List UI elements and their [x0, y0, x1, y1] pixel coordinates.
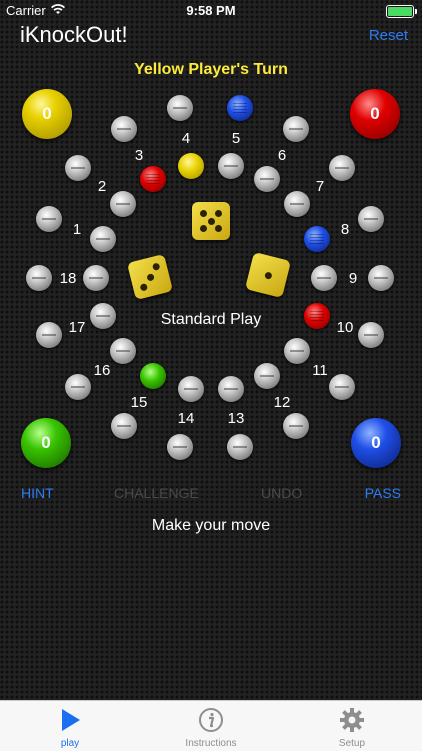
blue-peg[interactable] — [227, 95, 253, 121]
board-hole[interactable] — [218, 153, 244, 179]
board-hole[interactable] — [167, 434, 193, 460]
die-pip — [215, 225, 222, 232]
board-hole[interactable] — [284, 338, 310, 364]
info-icon — [199, 708, 223, 732]
board-hole[interactable] — [90, 226, 116, 252]
position-number: 9 — [348, 270, 358, 287]
position-number: 11 — [312, 362, 328, 379]
board-hole[interactable] — [368, 265, 394, 291]
tab-label: play — [60, 738, 80, 749]
board-hole[interactable] — [218, 376, 244, 402]
board-hole[interactable] — [329, 374, 355, 400]
board-hole[interactable] — [83, 265, 109, 291]
status-message: Make your move — [151, 517, 271, 534]
board-hole[interactable] — [283, 413, 309, 439]
die-pip — [200, 225, 207, 232]
pass-button[interactable]: PASS — [365, 485, 401, 501]
board-hole[interactable] — [111, 413, 137, 439]
position-number: 13 — [227, 410, 245, 427]
board-hole[interactable] — [284, 191, 310, 217]
board-hole[interactable] — [254, 166, 280, 192]
blue-score-orb: 0 — [351, 418, 401, 468]
tab-bar: play Instructions Setup — [0, 700, 422, 751]
position-number: 14 — [177, 410, 195, 427]
die-pip — [263, 270, 273, 280]
position-number: 16 — [93, 362, 111, 379]
game-mode-label: Standard Play — [160, 311, 262, 328]
turn-indicator: Yellow Player's Turn — [134, 61, 288, 78]
tab-play[interactable]: play — [0, 701, 140, 751]
position-number: 18 — [59, 270, 77, 287]
position-number: 4 — [181, 130, 191, 147]
die-pip — [151, 262, 161, 271]
die-pip — [200, 210, 207, 217]
yellow-peg[interactable] — [178, 153, 204, 179]
board-hole[interactable] — [111, 116, 137, 142]
board-hole[interactable] — [65, 155, 91, 181]
green-score-orb: 0 — [21, 418, 71, 468]
clock: 9:58 PM — [186, 3, 236, 18]
position-number: 1 — [72, 221, 82, 238]
die-pip — [145, 272, 155, 282]
position-number: 2 — [97, 178, 107, 195]
board-hole[interactable] — [283, 116, 309, 142]
gear-icon — [340, 708, 364, 732]
challenge-button[interactable]: CHALLENGE — [114, 485, 199, 501]
board-hole[interactable] — [311, 265, 337, 291]
board-hole[interactable] — [329, 155, 355, 181]
board-hole[interactable] — [227, 434, 253, 460]
board-hole[interactable] — [36, 206, 62, 232]
die-one[interactable] — [244, 251, 292, 299]
tab-setup[interactable]: Setup — [282, 701, 422, 751]
play-icon — [62, 709, 80, 731]
app-title: iKnockOut! — [20, 22, 128, 47]
board-hole[interactable] — [110, 338, 136, 364]
die-pip — [215, 210, 222, 217]
battery-icon — [386, 5, 417, 18]
tab-label: Instructions — [185, 738, 237, 749]
red-peg[interactable] — [140, 166, 166, 192]
board-hole[interactable] — [26, 265, 52, 291]
board-hole[interactable] — [178, 376, 204, 402]
die-three[interactable] — [126, 253, 174, 301]
die-pip — [139, 283, 149, 292]
position-number: 3 — [134, 147, 144, 164]
hint-button[interactable]: HINT — [21, 485, 54, 501]
board-hole[interactable] — [358, 206, 384, 232]
position-number: 7 — [315, 178, 325, 195]
position-number: 5 — [231, 130, 241, 147]
reset-button[interactable]: Reset — [369, 27, 408, 44]
status-bar: Carrier 9:58 PM — [0, 0, 422, 20]
tab-label: Setup — [338, 738, 366, 749]
die-five[interactable] — [192, 202, 230, 240]
board-hole[interactable] — [254, 363, 280, 389]
green-peg[interactable] — [140, 363, 166, 389]
red-score-orb: 0 — [350, 89, 400, 139]
tab-instructions[interactable]: Instructions — [141, 701, 281, 751]
yellow-score-orb: 0 — [22, 89, 72, 139]
undo-button[interactable]: UNDO — [261, 485, 302, 501]
blue-peg[interactable] — [304, 226, 330, 252]
die-pip — [207, 217, 215, 225]
position-number: 8 — [340, 221, 350, 238]
position-number: 15 — [130, 394, 148, 411]
board-hole[interactable] — [167, 95, 193, 121]
board-hole[interactable] — [65, 374, 91, 400]
position-number: 12 — [273, 394, 291, 411]
position-number: 6 — [277, 147, 287, 164]
